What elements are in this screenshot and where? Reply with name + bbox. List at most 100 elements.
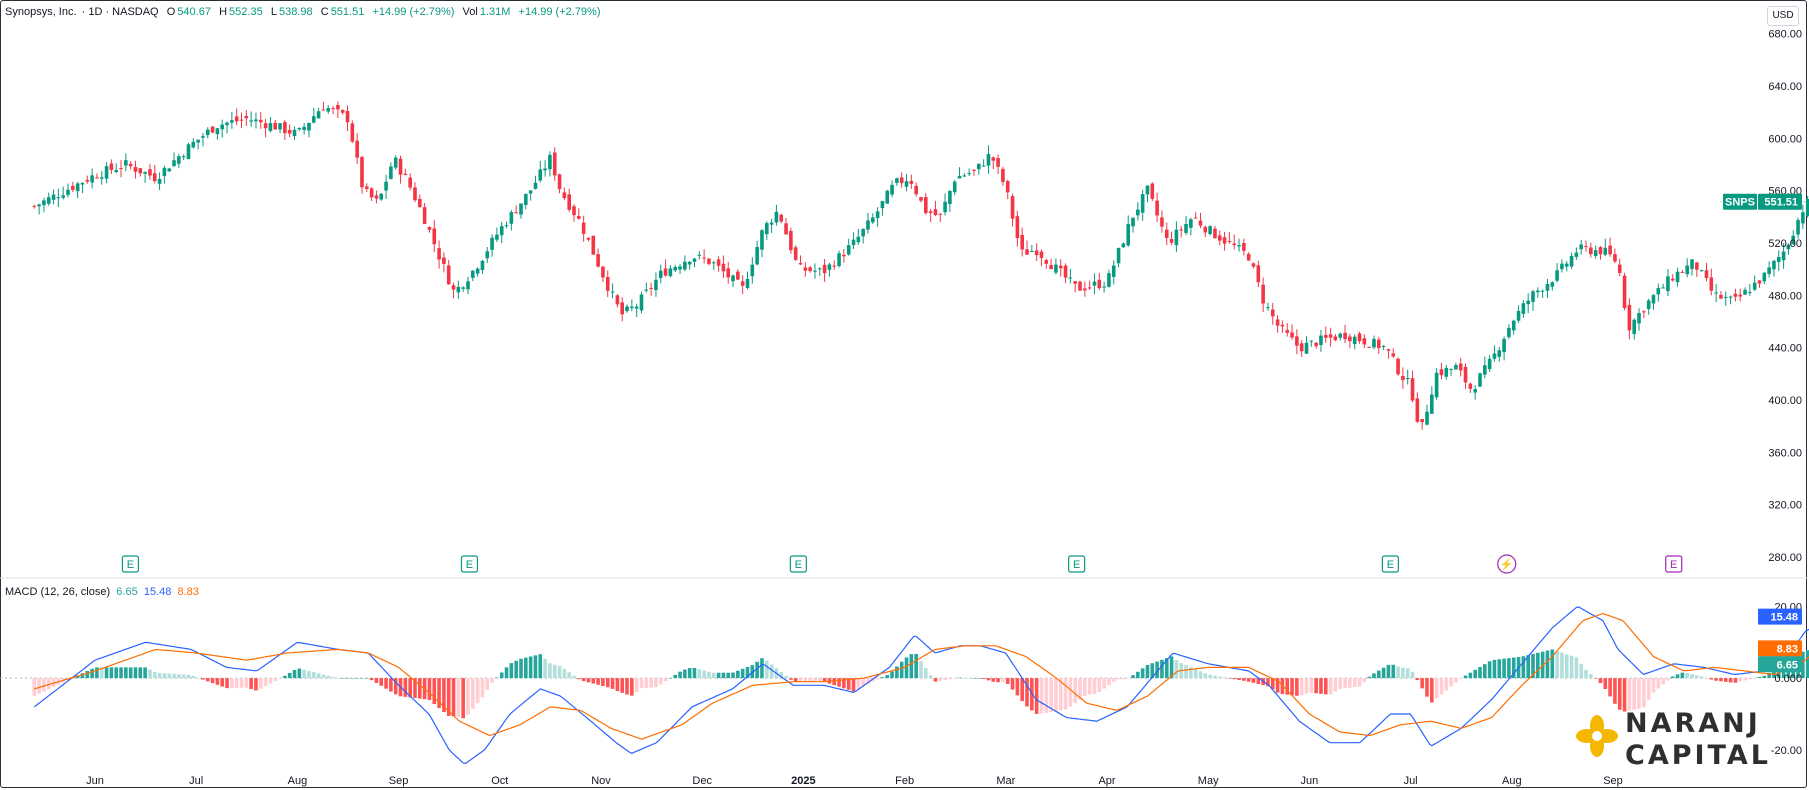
candle-down [591, 235, 596, 255]
earnings-icon[interactable]: E [460, 555, 479, 573]
macd-histogram-bar [1304, 678, 1309, 694]
dividend-icon[interactable]: ⚡ [1497, 554, 1517, 574]
macd-histogram-bar [736, 670, 740, 679]
candle-down [128, 163, 133, 167]
candle-up [760, 230, 764, 250]
macd-histogram-bar [1039, 678, 1044, 714]
macd-histogram-bar [952, 678, 957, 679]
macd-histogram-bar [1391, 664, 1396, 679]
macd-histogram-bar [1666, 678, 1670, 681]
macd-histogram-bar [1757, 676, 1762, 679]
candle-up [99, 177, 104, 179]
macd-histogram-bar [581, 678, 586, 682]
candle-down [418, 198, 422, 208]
candle-up [1145, 185, 1150, 195]
candle-up [1637, 313, 1641, 324]
chart-canvas[interactable]: Jun Jul Aug Sep Oct Nov Dec 2025 Feb Mar Apr May Jun… [0, 0, 1809, 790]
macd-tag: 15.48 [1770, 612, 1798, 624]
macd-histogram-bar [1560, 652, 1564, 679]
macd-histogram-bar [1145, 664, 1150, 679]
macd-histogram-bar [418, 678, 422, 699]
macd-histogram-bar [143, 667, 147, 679]
candle-up [519, 203, 523, 215]
macd-histogram-bar [567, 672, 571, 679]
candle-up [1685, 265, 1690, 275]
candle-up [1661, 287, 1665, 289]
candle-up [1319, 335, 1323, 345]
candle-down [95, 177, 99, 179]
candle-down [562, 192, 567, 199]
macd-histogram-bar [427, 678, 432, 701]
macd-histogram-bar [707, 671, 711, 679]
candle-down [1589, 247, 1593, 255]
candle-up [1531, 291, 1535, 302]
macd-histogram-bar [514, 660, 518, 679]
earnings-icon[interactable]: E [789, 555, 807, 573]
candle-down [1367, 346, 1371, 348]
price-tick-label: 320.00 [1768, 500, 1802, 512]
earnings-icon[interactable]: E [1068, 555, 1086, 573]
candle-down [364, 186, 369, 189]
macd-histogram-bar [355, 678, 359, 679]
macd-histogram-bar [683, 669, 687, 679]
candle-up [668, 268, 673, 277]
macd-histogram-bar [1483, 664, 1487, 679]
macd-histogram-bar [109, 667, 114, 679]
candle-down [442, 257, 446, 265]
candle-down [152, 173, 157, 182]
macd-histogram-bar [919, 661, 923, 679]
candle-up [220, 124, 225, 130]
macd-histogram-bar [1290, 678, 1294, 696]
candle-down [398, 158, 403, 175]
macd-histogram-bar [538, 654, 543, 679]
candle-up [890, 184, 894, 195]
macd-histogram-bar [1478, 667, 1482, 679]
candle-up [1237, 245, 1241, 247]
candle-up [1430, 394, 1434, 414]
candle-down [1695, 262, 1699, 270]
macd-histogram-bar [490, 678, 494, 683]
candle-down [287, 129, 292, 134]
macd-histogram-bar [499, 672, 504, 679]
price-tick-label: 280.00 [1768, 552, 1802, 564]
macd-histogram-bar [509, 663, 514, 679]
candle-down [1285, 330, 1290, 333]
candle-up [957, 175, 962, 179]
candle-up [1425, 411, 1429, 425]
candle-down [784, 223, 788, 235]
macd-histogram-bar [302, 669, 306, 679]
signal-tag: 8.83 [1777, 643, 1798, 655]
candle-up [1473, 389, 1477, 393]
candle-down [263, 123, 268, 129]
candle-down [899, 177, 904, 184]
candle-down [85, 179, 90, 182]
candle-up [278, 123, 282, 130]
time-tick-label: Mar [996, 775, 1015, 787]
earnings-icon[interactable]: E [1665, 555, 1683, 573]
candle-down [1410, 378, 1415, 401]
macd-histogram-bar [562, 668, 567, 679]
macd-histogram-bar [201, 678, 205, 680]
candle-up [967, 173, 971, 175]
candle-down [1680, 271, 1685, 273]
macd-histogram-bar [1748, 678, 1752, 680]
candle-down [1078, 281, 1082, 291]
candle-up [1656, 288, 1661, 295]
candle-down [649, 287, 653, 289]
candle-down [1164, 229, 1169, 239]
candle-down [336, 104, 340, 110]
candle-up [745, 278, 750, 288]
macd-histogram-bar [832, 678, 837, 686]
macd-histogram-bar [1107, 678, 1111, 686]
macd-histogram-bar [1299, 678, 1304, 696]
macd-histogram-bar [716, 672, 721, 679]
macd-histogram-bar [1010, 678, 1015, 690]
earnings-icon[interactable]: E [1381, 555, 1399, 573]
candle-up [548, 154, 552, 170]
macd-histogram-bar [885, 675, 890, 679]
time-tick-label: Aug [1502, 775, 1522, 787]
event-marker-label: E [795, 559, 802, 571]
macd-histogram-bar [726, 672, 731, 679]
candle-up [490, 237, 494, 250]
earnings-icon[interactable]: E [121, 555, 140, 573]
